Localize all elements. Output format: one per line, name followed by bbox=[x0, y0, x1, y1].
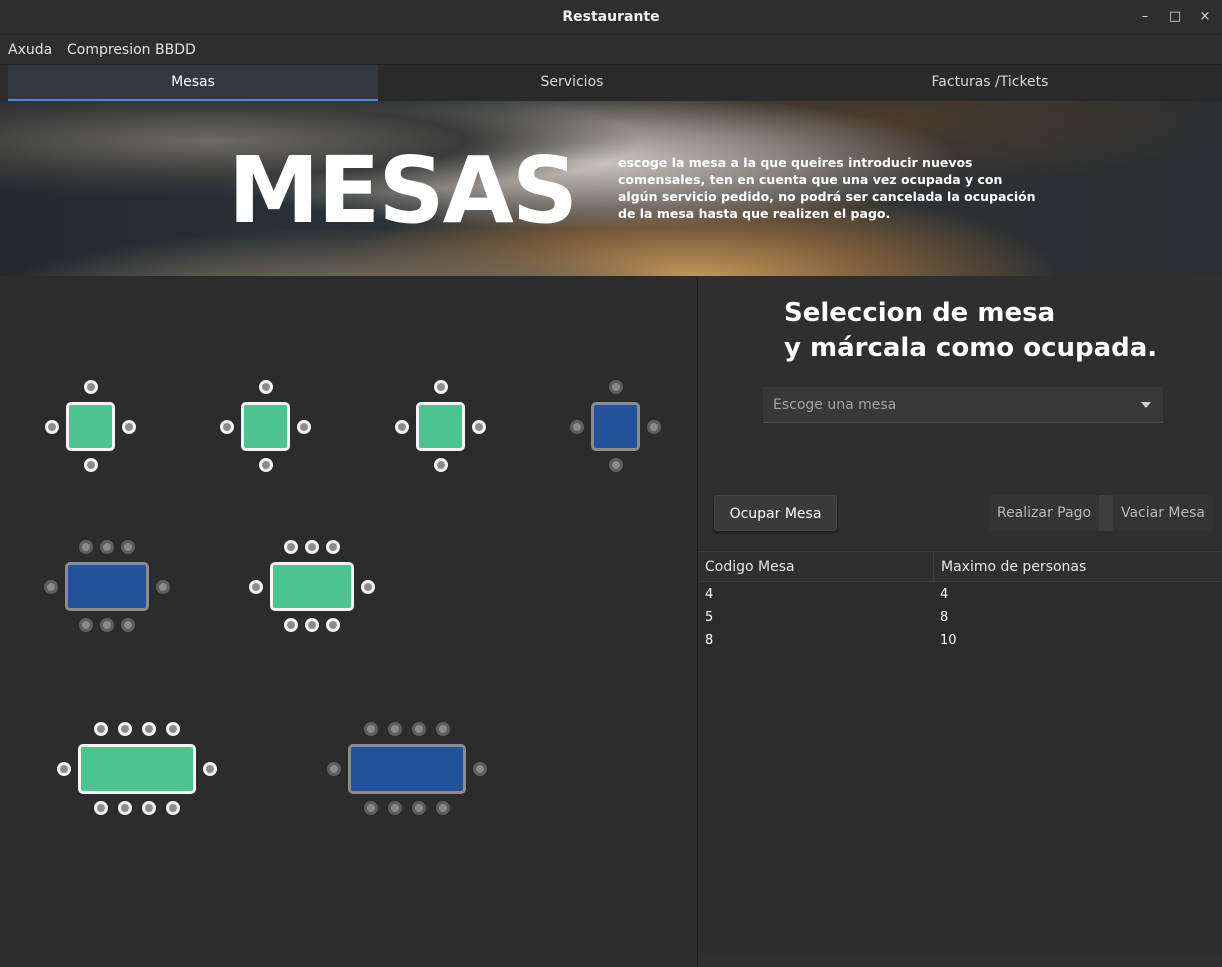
chair-icon bbox=[45, 419, 59, 434]
ocupar-mesa-button[interactable]: Ocupar Mesa bbox=[714, 495, 837, 531]
column-header-codigo[interactable]: Codigo Mesa bbox=[698, 552, 933, 582]
chair-icon bbox=[220, 419, 234, 434]
chair-icon bbox=[258, 458, 273, 472]
menu-bar: Axuda Compresion BBDD bbox=[0, 35, 1222, 65]
chair-icon bbox=[436, 801, 450, 815]
minimize-icon[interactable]: – bbox=[1136, 8, 1154, 26]
chair-icon bbox=[297, 419, 311, 434]
selection-panel: Seleccion de mesa y márcala como ocupada… bbox=[697, 276, 1222, 967]
chair-icon bbox=[326, 618, 340, 632]
chair-icon bbox=[647, 419, 661, 434]
chair-icon bbox=[100, 618, 114, 632]
tab-servicios[interactable]: Servicios bbox=[378, 65, 766, 101]
cell-maximo: 10 bbox=[940, 633, 957, 648]
table-select[interactable]: Escoge una mesa bbox=[763, 387, 1163, 423]
chair-icon bbox=[472, 419, 486, 434]
chair-icon bbox=[100, 540, 114, 554]
table-1[interactable] bbox=[66, 402, 115, 451]
table-select-placeholder: Escoge una mesa bbox=[773, 397, 897, 413]
panel-heading-line1: Seleccion de mesa bbox=[784, 298, 1056, 328]
table-row[interactable]: 5 8 bbox=[698, 606, 1222, 629]
chair-icon bbox=[305, 540, 319, 554]
chair-icon bbox=[122, 419, 136, 434]
table-4[interactable] bbox=[591, 402, 640, 451]
chair-icon bbox=[118, 722, 132, 736]
title-bar: Restaurante – □ × bbox=[0, 0, 1222, 35]
chair-icon bbox=[364, 722, 378, 736]
chair-icon bbox=[412, 722, 426, 736]
panel-heading-line2: y márcala como ocupada. bbox=[784, 333, 1158, 363]
panel-heading: Seleccion de mesa y márcala como ocupada… bbox=[784, 296, 1157, 366]
chair-icon bbox=[44, 579, 58, 594]
chair-icon bbox=[473, 762, 487, 776]
chair-icon bbox=[388, 722, 402, 736]
chair-icon bbox=[608, 458, 623, 472]
banner-title: MESAS bbox=[228, 137, 578, 244]
chair-icon bbox=[570, 419, 584, 434]
menu-compresion-bbdd[interactable]: Compresion BBDD bbox=[67, 42, 196, 58]
chair-icon bbox=[361, 579, 375, 594]
table-row[interactable]: 4 4 bbox=[698, 583, 1222, 606]
chair-icon bbox=[121, 540, 135, 554]
chair-icon bbox=[433, 458, 448, 472]
tab-facturas-tickets[interactable]: Facturas /Tickets bbox=[766, 65, 1214, 101]
vaciar-mesa-button[interactable]: Vaciar Mesa bbox=[1113, 495, 1213, 531]
chair-icon bbox=[166, 722, 180, 736]
cell-maximo: 4 bbox=[940, 587, 949, 602]
chevron-down-icon bbox=[1141, 402, 1151, 408]
chair-icon bbox=[118, 801, 132, 815]
table-row[interactable]: 8 10 bbox=[698, 629, 1222, 652]
chair-icon bbox=[121, 618, 135, 632]
chair-icon bbox=[258, 380, 273, 394]
chair-icon bbox=[395, 419, 409, 434]
chair-icon bbox=[284, 540, 298, 554]
chair-icon bbox=[166, 801, 180, 815]
button-divider bbox=[1099, 495, 1113, 531]
chair-icon bbox=[79, 618, 93, 632]
table-7[interactable] bbox=[78, 744, 196, 794]
table-8[interactable] bbox=[348, 744, 466, 794]
chair-icon bbox=[94, 801, 108, 815]
column-header-maximo[interactable]: Maximo de personas bbox=[933, 552, 1222, 582]
banner-description: escoge la mesa a la que queires introduc… bbox=[618, 155, 1036, 221]
table-5[interactable] bbox=[65, 562, 149, 611]
chair-icon bbox=[83, 458, 98, 472]
chair-icon bbox=[412, 801, 426, 815]
cell-codigo: 4 bbox=[705, 587, 714, 602]
chair-icon bbox=[608, 380, 623, 394]
tab-mesas[interactable]: Mesas bbox=[8, 65, 378, 101]
menu-axuda[interactable]: Axuda bbox=[8, 42, 52, 58]
tab-bar: Mesas Servicios Facturas /Tickets bbox=[8, 65, 1222, 101]
chair-icon bbox=[364, 801, 378, 815]
banner-image: MESAS escoge la mesa a la que queires in… bbox=[0, 101, 1222, 276]
floor-plan bbox=[0, 276, 697, 967]
chair-icon bbox=[433, 380, 448, 394]
chair-icon bbox=[94, 722, 108, 736]
chair-icon bbox=[142, 722, 156, 736]
table-2[interactable] bbox=[241, 402, 290, 451]
chair-icon bbox=[326, 540, 340, 554]
chair-icon bbox=[79, 540, 93, 554]
chair-icon bbox=[83, 380, 98, 394]
chair-icon bbox=[57, 762, 71, 776]
chair-icon bbox=[203, 762, 217, 776]
chair-icon bbox=[284, 618, 298, 632]
realizar-pago-button[interactable]: Realizar Pago bbox=[989, 495, 1099, 531]
close-icon[interactable]: × bbox=[1196, 8, 1214, 26]
maximize-icon[interactable]: □ bbox=[1166, 8, 1184, 26]
cell-codigo: 8 bbox=[705, 633, 714, 648]
cell-codigo: 5 bbox=[705, 610, 714, 625]
table-6[interactable] bbox=[270, 562, 354, 611]
chair-icon bbox=[436, 722, 450, 736]
cell-maximo: 8 bbox=[940, 610, 949, 625]
chair-icon bbox=[305, 618, 319, 632]
table-3[interactable] bbox=[416, 402, 465, 451]
window-title: Restaurante bbox=[562, 9, 660, 25]
chair-icon bbox=[388, 801, 402, 815]
chair-icon bbox=[156, 579, 170, 594]
tables-grid[interactable]: Codigo Mesa Maximo de personas 4 4 5 8 8… bbox=[698, 551, 1222, 953]
chair-icon bbox=[249, 579, 263, 594]
chair-icon bbox=[327, 762, 341, 776]
chair-icon bbox=[142, 801, 156, 815]
